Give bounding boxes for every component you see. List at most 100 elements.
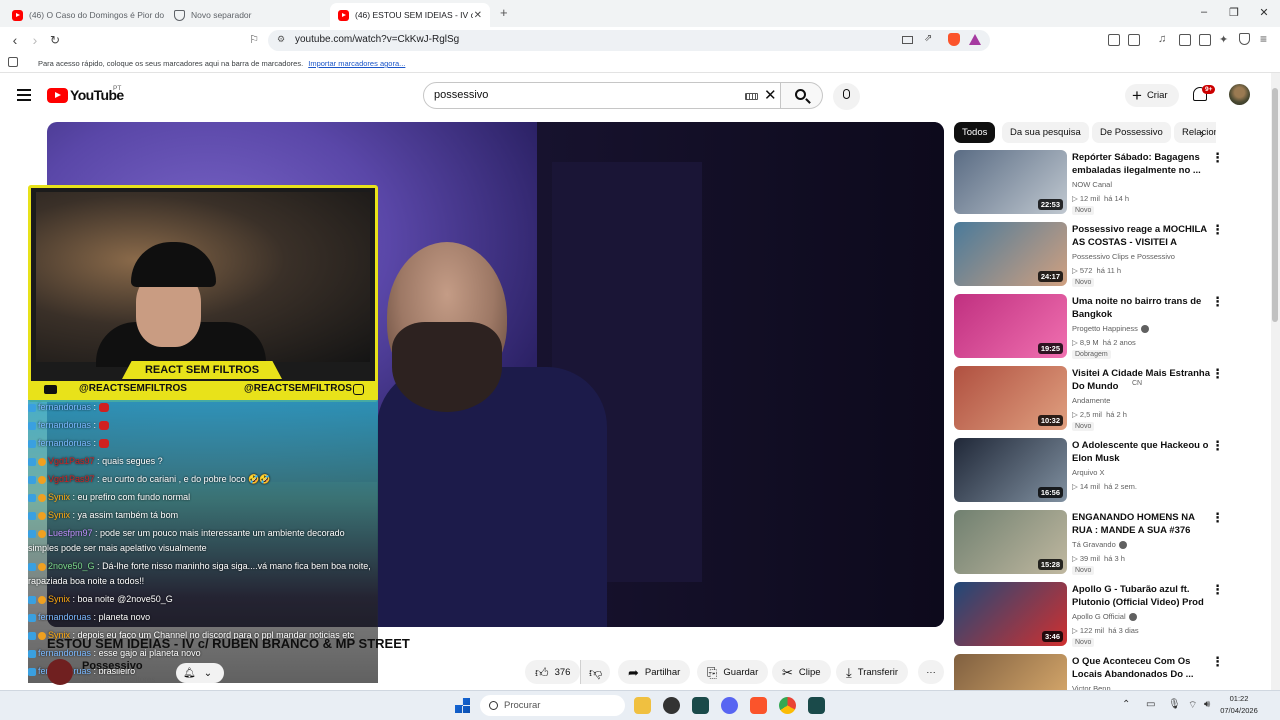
apps-icon[interactable] [8,57,18,67]
video-title[interactable]: Apollo G - Tubarão azul ft. Plutonio (Of… [1072,583,1212,609]
browser-tab[interactable]: (46) O Caso do Domingos é Pior do q... [4,3,164,27]
subscription-bell-button[interactable]: 🔔︎ ⌄ [176,663,224,683]
volume-icon[interactable]: 🔊︎ [1204,699,1210,710]
channel-avatar[interactable] [47,659,73,685]
app-icon[interactable] [808,697,825,714]
vpn-icon[interactable] [1239,33,1250,45]
chrome-icon[interactable] [779,697,796,714]
chip-all[interactable]: Todos [954,122,996,143]
address-bar[interactable]: ⚙ youtube.com/watch?v=CkKwJ-RglSg ⇗ [268,30,990,51]
create-button[interactable]: + Criar [1125,84,1179,107]
new-tab-button[interactable]: + [500,5,508,20]
hamburger-menu-icon[interactable] [17,89,31,101]
minimize-button[interactable]: – [1197,6,1211,18]
channel-name[interactable]: Tá Gravando [1072,540,1127,550]
keyboard-icon[interactable] [745,93,758,100]
chip-related[interactable]: Relacionados [1174,122,1216,143]
taskbar-search[interactable]: Procurar [480,695,625,716]
voice-search-button[interactable] [833,83,860,110]
maximize-button[interactable]: ❐ [1227,6,1241,19]
chevron-right-icon[interactable]: › [1200,126,1204,141]
extensions-icon[interactable] [1108,34,1120,46]
chip-from-search[interactable]: Da sua pesquisa [1002,122,1089,143]
windows-start-icon[interactable] [455,698,470,713]
video-title[interactable]: Uma noite no bairro trans de Bangkok [1072,295,1212,321]
microphone-icon[interactable]: 🎙︎ [1168,699,1181,710]
app-icon[interactable] [692,697,709,714]
dislike-button[interactable]: 👎︎ [580,660,610,684]
back-button[interactable]: ‹ [7,32,23,48]
media-icon[interactable]: ♫ [1158,33,1166,45]
bookmark-icon[interactable]: ⚐ [246,32,262,48]
video-thumbnail[interactable]: 19:25 [954,294,1067,358]
recommendation-item[interactable]: 10:32 Visitei A Cidade Mais Estranha Do M… [954,366,1226,431]
channel-name[interactable]: Andamente [1072,396,1110,405]
recommendation-item[interactable]: 24:17 Possessivo reage a MOCHILA AS COSTA… [954,222,1226,287]
menu-icon[interactable]: ≡ [1260,32,1267,46]
more-options-icon[interactable]: ⋮ [1211,438,1224,454]
file-explorer-icon[interactable] [634,697,651,714]
like-button[interactable]: 👍︎ 376 [525,660,580,684]
scrollbar-thumb[interactable] [1272,88,1278,322]
video-title[interactable]: ENGANANDO HOMENS NA RUA : MANDE A SUA #3… [1072,511,1212,537]
discord-icon[interactable] [721,697,738,714]
recommendation-item[interactable]: 19:25 Uma noite no bairro trans de Bangko… [954,294,1226,359]
more-options-icon[interactable]: ⋮ [1211,222,1224,238]
site-info-icon[interactable]: ⚙ [277,34,285,45]
video-thumbnail[interactable]: 16:56 [954,438,1067,502]
more-options-icon[interactable]: ⋮ [1211,582,1224,598]
browser-tab[interactable]: Novo separador [166,3,326,27]
more-actions-button[interactable]: ··· [918,660,944,684]
sidebar-icon[interactable] [1179,34,1191,46]
chevron-up-icon[interactable]: ⌃ [1122,699,1130,710]
channel-name[interactable]: Arquivo X [1072,468,1105,477]
more-options-icon[interactable]: ⋮ [1211,510,1224,526]
share-icon[interactable]: ⇗ [924,33,932,44]
chip-from-channel[interactable]: De Possessivo [1092,122,1171,143]
search-input[interactable] [434,89,734,101]
search-button[interactable] [781,82,823,109]
recommendation-item[interactable]: 3:46 Apollo G - Tubarão azul ft. Plutonio… [954,582,1226,647]
forward-button[interactable]: › [27,32,43,48]
more-options-icon[interactable]: ⋮ [1211,294,1224,310]
close-window-button[interactable]: ✕ [1257,6,1271,19]
more-options-icon[interactable]: ⋮ [1211,366,1224,382]
close-tab-icon[interactable]: ✕ [474,10,482,21]
install-app-icon[interactable] [902,36,913,44]
video-thumbnail[interactable]: 10:32 [954,366,1067,430]
clock-date[interactable]: 07/04/2026 [1219,706,1259,715]
browser-tab-active[interactable]: (46) ESTOU SEM IDEIAS - IV c/ R... ✕ [330,3,490,27]
clock-time[interactable]: 01:22 [1219,694,1259,703]
video-thumbnail[interactable]: 15:28 [954,510,1067,574]
wifi-icon[interactable]: ⌔ [1188,699,1197,712]
clip-button[interactable]: ✂ Clipe [772,660,831,684]
app-icon[interactable] [663,697,680,714]
leo-ai-icon[interactable]: ✦ [1219,33,1228,46]
brave-rewards-icon[interactable] [969,34,981,45]
channel-name[interactable]: NOW Canal [1072,180,1112,189]
video-thumbnail[interactable]: 24:17 [954,222,1067,286]
video-title[interactable]: Repórter Sábado: Bagagens embaladas ileg… [1072,151,1212,177]
reload-button[interactable]: ↻ [47,32,63,48]
recommendation-item[interactable]: 16:56 O Adolescente que Hackeou o Elon Mu… [954,438,1226,502]
wallet-icon[interactable] [1128,34,1140,46]
profile-icon[interactable] [1199,34,1211,46]
network-icon[interactable]: ▭ [1146,699,1155,710]
clear-search-icon[interactable]: ✕ [764,86,777,104]
share-button[interactable]: ➦ Partilhar [618,660,691,684]
download-button[interactable]: ⤓ Transferir [836,660,909,684]
youtube-logo-icon[interactable] [47,88,68,103]
channel-name[interactable]: Possessivo Clips e Possessivo [1072,252,1175,261]
brave-shields-icon[interactable] [948,33,960,46]
save-button[interactable]: ⎘ Guardar [697,660,769,684]
brave-browser-icon[interactable] [750,697,767,714]
channel-name[interactable]: Possessivo [82,660,143,672]
video-thumbnail[interactable]: 3:46 [954,582,1067,646]
channel-name[interactable]: Progetto Happiness [1072,324,1149,334]
channel-name[interactable]: Apollo G Official [1072,612,1137,622]
import-bookmarks-link[interactable]: Importar marcadores agora... [308,59,405,68]
recommendation-item[interactable]: 15:28 ENGANANDO HOMENS NA RUA : MANDE A S… [954,510,1226,575]
video-title[interactable]: O Que Aconteceu Com Os Locais Abandonado… [1072,655,1212,681]
video-thumbnail[interactable]: 22:53 [954,150,1067,214]
recommendation-item[interactable]: 22:53 Repórter Sábado: Bagagens embaladas… [954,150,1226,215]
